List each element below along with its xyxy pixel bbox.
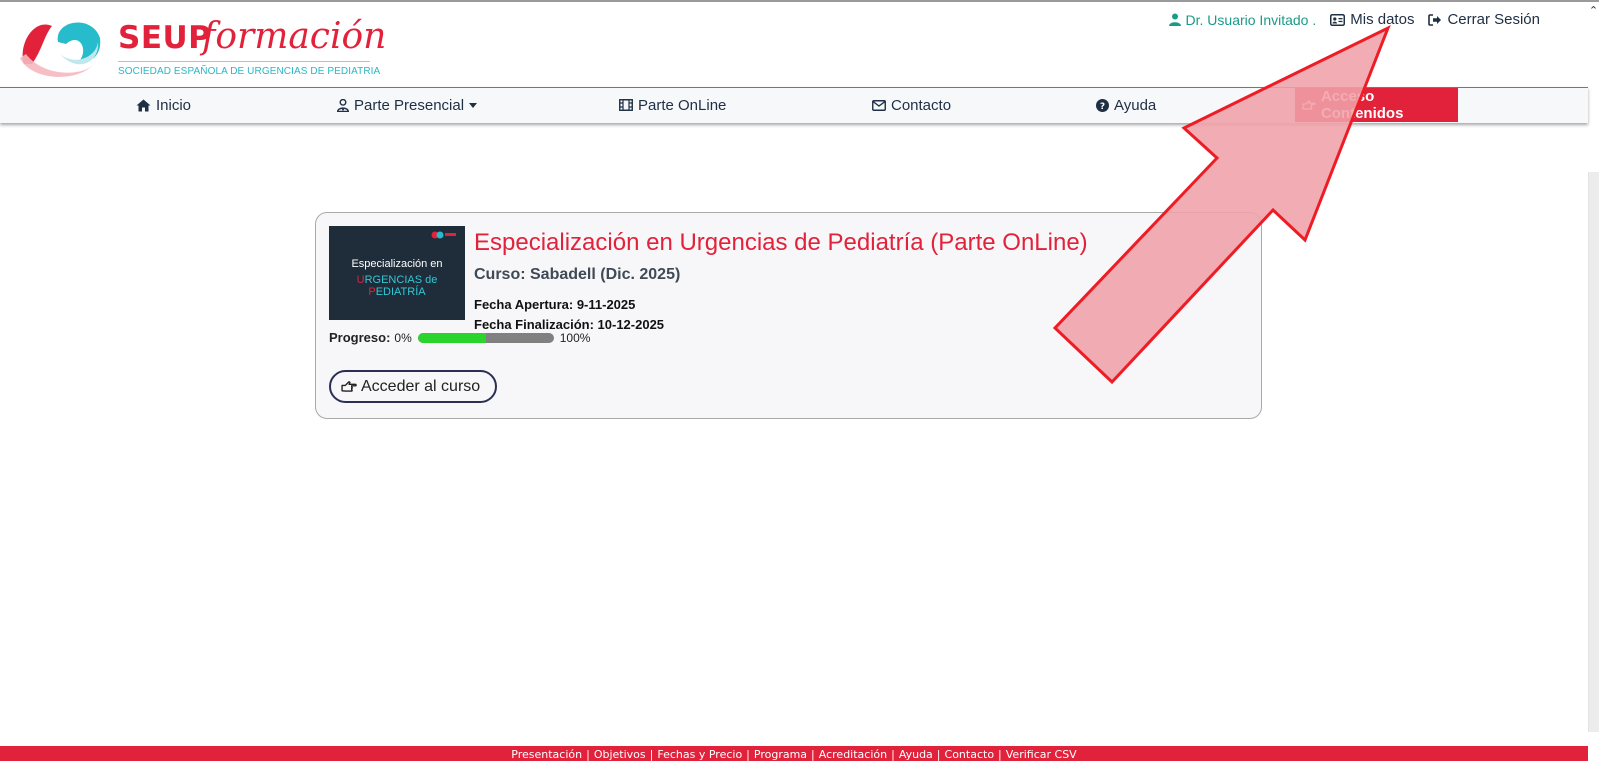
thumbnail-letter-u: U [356, 274, 365, 286]
footer-link[interactable]: Objetivos [594, 748, 646, 761]
course-start-date: Fecha Apertura: 9-11-2025 [474, 297, 636, 312]
hand-pointer-icon [341, 381, 357, 392]
logo-divider [118, 61, 370, 62]
hand-pointer-icon [1302, 100, 1316, 110]
progress-min: 0% [394, 330, 412, 345]
footer-separator: | [811, 748, 815, 761]
my-data-link[interactable]: Mis datos [1330, 11, 1414, 28]
footer-link[interactable]: Programa [754, 748, 807, 761]
footer-separator: | [936, 748, 941, 761]
user-menu: Dr. Usuario Invitado . Mis datos Cerrar … [1168, 11, 1540, 28]
user-md-icon [337, 98, 349, 112]
logo-subtitle: SOCIEDAD ESPAÑOLA DE URGENCIAS DE PEDIAT… [118, 66, 381, 77]
thumbnail-letter-p: P [368, 286, 376, 298]
sign-out-icon [1428, 13, 1442, 26]
footer-link[interactable]: Ayuda [899, 748, 933, 761]
access-course-label: Acceder al curso [361, 377, 481, 395]
footer-separator: | [891, 748, 895, 761]
question-circle-icon: ? [1096, 98, 1109, 112]
nav-item-parte-presencial[interactable]: Parte Presencial [337, 88, 478, 122]
nav-item-ayuda[interactable]: ? Ayuda [1096, 88, 1156, 122]
logo-brand-text: SEUP [118, 20, 212, 56]
footer-separator: | [586, 748, 590, 761]
film-icon [619, 99, 633, 111]
caret-down-icon [469, 102, 478, 108]
footer-separator: | [746, 748, 750, 761]
progress-bar [417, 332, 554, 343]
thumbnail-line-1: Especialización en [351, 258, 443, 270]
nav-item-parte-online[interactable]: Parte OnLine [619, 88, 726, 122]
nav-item-contacto[interactable]: Contacto [872, 88, 951, 122]
seup-logo[interactable]: SEUP formación SOCIEDAD ESPAÑOLA DE URGE… [14, 14, 386, 80]
course-edition: Curso: Sabadell (Dic. 2025) [474, 266, 681, 283]
seup-mini-logo-icon [431, 231, 456, 239]
home-icon [136, 99, 151, 111]
thumbnail-word-ediatria: EDIATRÍA [375, 286, 426, 298]
main-nav: Inicio Parte Presencial Parte OnLine Con… [0, 87, 1588, 123]
scroll-up-icon[interactable]: ⌃ [1588, 4, 1599, 17]
progress-label: Progreso: [329, 330, 391, 345]
course-title[interactable]: Especialización en Urgencias de Pediatrí… [474, 229, 1088, 257]
footer-link[interactable]: Presentación [511, 748, 582, 761]
footer-links: Presentación | Objetivos | Fechas y Precio | P… [0, 746, 1588, 761]
footer-link[interactable]: Verificar CSV [1006, 748, 1077, 761]
footer-link[interactable]: Acreditación [819, 748, 887, 761]
thumbnail-word-rgencias: RGENCIAS de [364, 274, 438, 286]
footer-link[interactable]: Fechas y Precio [657, 748, 742, 761]
progress-bar-fill [417, 332, 486, 343]
logo-script-text: formación [202, 16, 387, 57]
nav-label: Parte Presencial [354, 96, 465, 114]
nav-label: Inicio [156, 96, 192, 114]
id-card-icon [1330, 13, 1346, 26]
nav-item-acceso-contenidos[interactable]: Acceso Contenidos [1295, 88, 1458, 122]
footer-link[interactable]: Contacto [945, 748, 995, 761]
header: SEUP formación SOCIEDAD ESPAÑOLA DE URGE… [0, 2, 1588, 88]
seup-logo-mark-icon [20, 22, 101, 77]
current-user-name: Dr. Usuario Invitado . [1185, 11, 1317, 28]
svg-text:?: ? [1100, 102, 1105, 112]
access-course-button[interactable]: Acceder al curso [329, 370, 497, 403]
nav-label: Ayuda [1114, 96, 1157, 114]
user-icon [1168, 13, 1181, 26]
course-progress: Progreso: 0% 100% [329, 330, 590, 345]
my-data-label: Mis datos [1350, 11, 1415, 28]
course-thumbnail[interactable]: Especialización en URGENCIAS de PEDIATRÍ… [329, 226, 465, 320]
progress-max: 100% [559, 330, 591, 345]
footer-separator: | [998, 748, 1002, 761]
logout-link[interactable]: Cerrar Sesión [1428, 11, 1540, 28]
course-card: Especialización en URGENCIAS de PEDIATRÍ… [315, 212, 1262, 419]
current-user[interactable]: Dr. Usuario Invitado . [1168, 11, 1317, 28]
footer-separator: | [649, 748, 654, 761]
nav-label: Acceso Contenidos [1320, 88, 1404, 122]
logout-label: Cerrar Sesión [1447, 11, 1540, 28]
nav-item-inicio[interactable]: Inicio [136, 88, 191, 122]
envelope-icon [872, 99, 886, 111]
thumbnail-line-2: URGENCIAS de PEDIATRÍA [329, 274, 465, 298]
nav-label: Parte OnLine [638, 96, 727, 114]
nav-label: Contacto [891, 96, 952, 114]
scrollbar[interactable] [1588, 172, 1599, 732]
